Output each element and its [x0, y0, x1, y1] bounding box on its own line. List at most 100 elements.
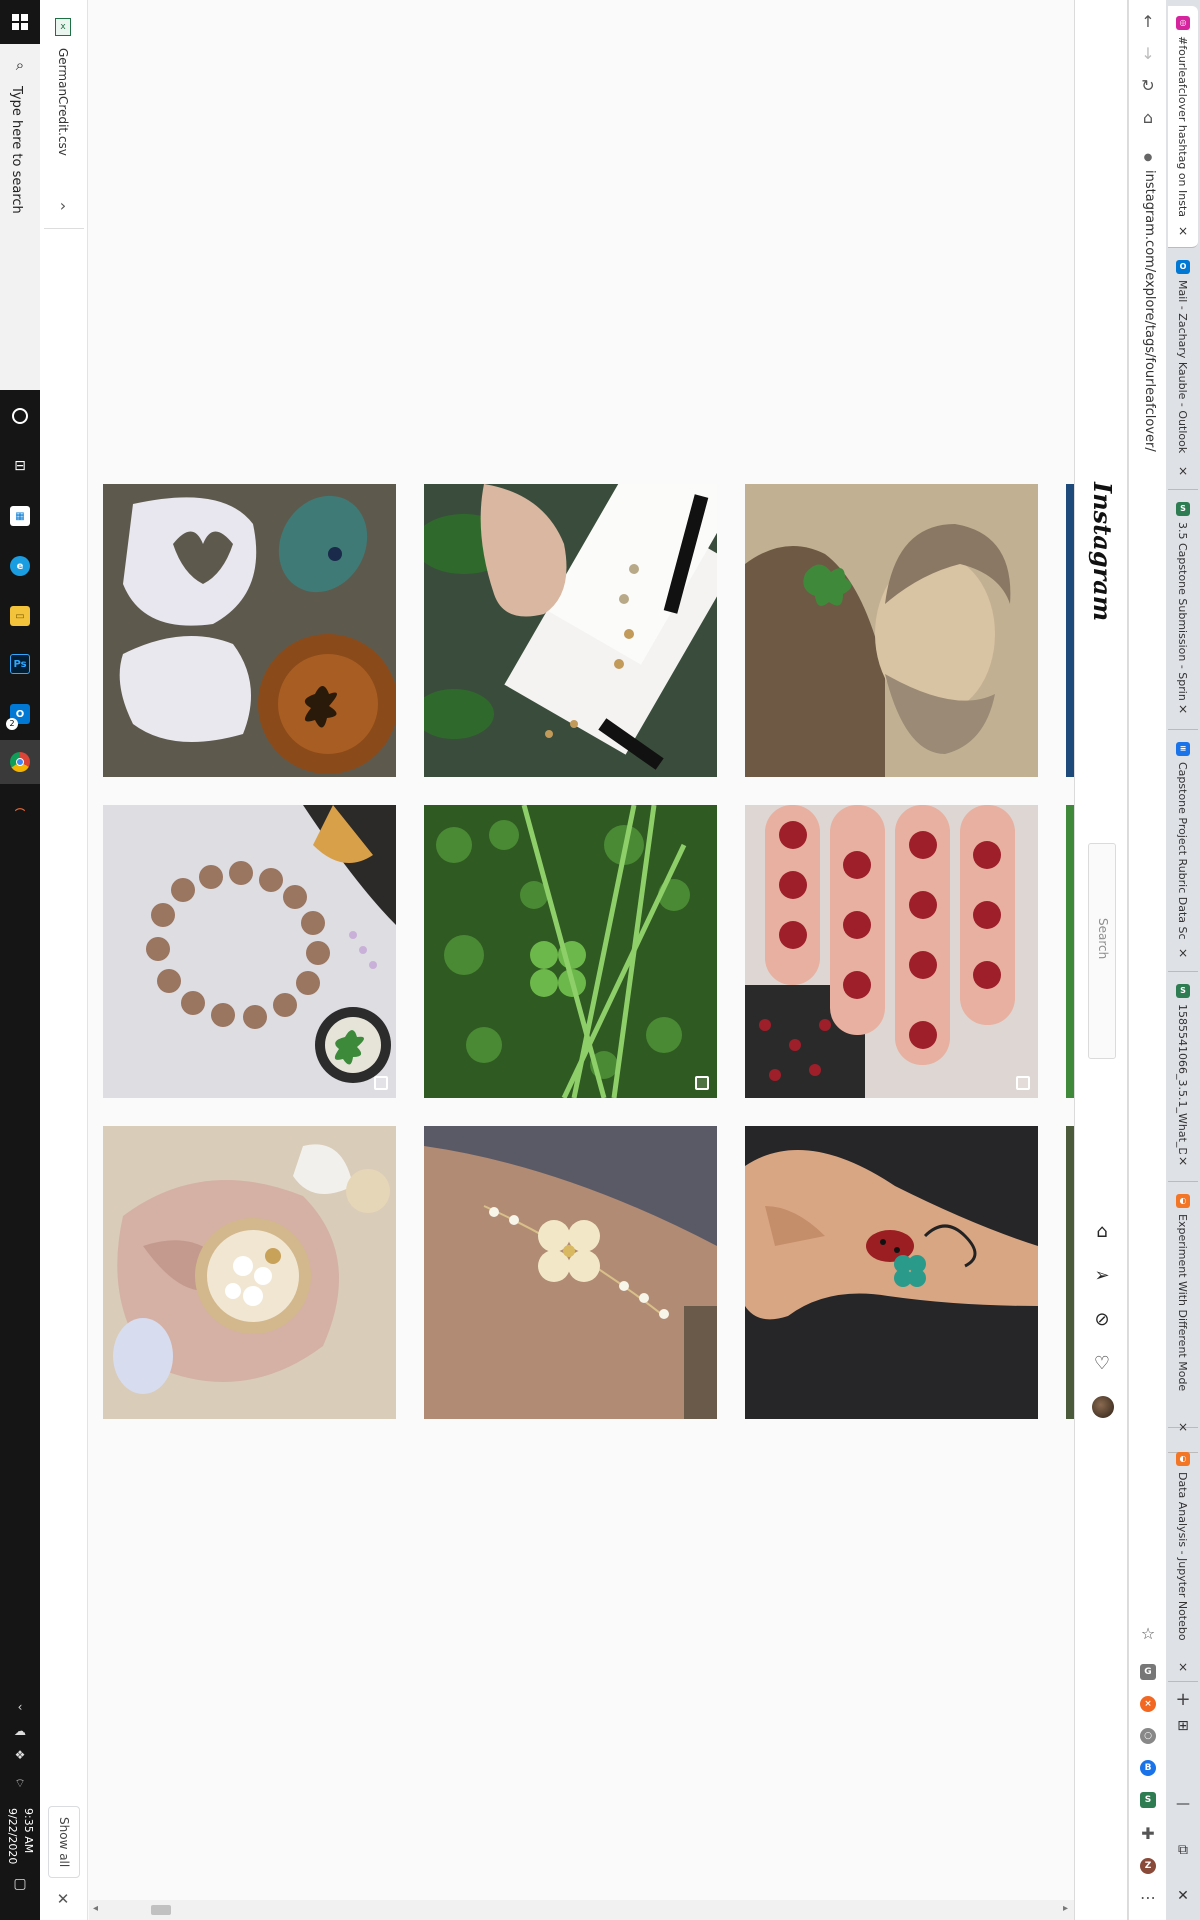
instagram-icon: ◎: [1176, 16, 1190, 30]
close-tab-icon[interactable]: ×: [1176, 1660, 1190, 1674]
explore-icon[interactable]: ⊘: [1090, 1308, 1114, 1332]
tab-search-icon[interactable]: ⊞: [1173, 1716, 1193, 1736]
post-thumbnail-partial[interactable]: [1066, 484, 1074, 777]
menu-icon[interactable]: ⋯: [1136, 1886, 1160, 1910]
extension-icon[interactable]: G: [1140, 1664, 1156, 1680]
profile-avatar[interactable]: [1092, 1396, 1114, 1418]
download-file-name[interactable]: GermanCredit.csv: [56, 48, 70, 156]
taskbar-search-placeholder: Type here to search: [9, 86, 24, 214]
tab-title: Mail - Zachary Kauble - Outlook: [1176, 280, 1189, 454]
show-hidden-icons-icon[interactable]: ‹: [10, 1700, 30, 1720]
extension-icon[interactable]: S: [1140, 1792, 1156, 1808]
network-icon[interactable]: ⌔: [10, 1776, 30, 1796]
instagram-nav-bar: Instagram Search ⌂ ➢ ⊘ ♡: [1074, 0, 1128, 1920]
extension-icon[interactable]: ×: [1140, 1696, 1156, 1712]
taskbar-search-box[interactable]: ⌕ Type here to search: [0, 44, 40, 390]
bead-bracelet-image: [103, 805, 396, 1098]
springboard-icon: S: [1176, 984, 1190, 998]
tab-title: 1585541066_3.5.1_What_Data_to: [1176, 1004, 1189, 1154]
direct-icon[interactable]: ➢: [1090, 1264, 1114, 1288]
instagram-logo[interactable]: Instagram: [1088, 482, 1117, 621]
tab-experiment-models[interactable]: ◐ Experiment With Different Mode ×: [1168, 1184, 1198, 1434]
task-view-icon[interactable]: ⊟: [0, 444, 40, 488]
taskbar-clock-time[interactable]: 9:35 AM: [22, 1808, 35, 1853]
tab-strip: ◎ #fourleafclover hashtag on Insta × O M…: [1166, 0, 1200, 1920]
file-explorer-icon[interactable]: ▭: [0, 594, 40, 638]
chevron-right-icon[interactable]: ›: [52, 196, 74, 218]
new-tab-button[interactable]: +: [1173, 1690, 1193, 1710]
outlook-icon[interactable]: O 2: [0, 692, 40, 736]
close-tab-icon[interactable]: ×: [1176, 946, 1190, 960]
horizontal-scrollbar[interactable]: ◂ ▸: [89, 1900, 1074, 1920]
show-all-button[interactable]: Show all: [48, 1806, 80, 1878]
scroll-right-icon[interactable]: ▸: [1063, 1903, 1068, 1914]
home-icon[interactable]: ⌂: [1090, 1220, 1114, 1244]
outlook-badge: 2: [6, 718, 18, 730]
close-tab-icon[interactable]: ×: [1176, 1154, 1190, 1168]
tab-outlook[interactable]: O Mail - Zachary Kauble - Outlook ×: [1168, 250, 1198, 490]
store-icon[interactable]: ▦: [0, 494, 40, 538]
post-thumbnail[interactable]: [103, 484, 396, 777]
extension-icon[interactable]: ○: [1140, 1728, 1156, 1744]
post-thumbnail-partial[interactable]: [1066, 805, 1074, 1098]
windows-taskbar: ⌕ Type here to search ⊟ ▦ e ▭ Ps O 2 ⌒ ‹…: [0, 0, 40, 1920]
tab-data-analysis[interactable]: ◐ Data Analysis - Jupyter Notebo ×: [1168, 1442, 1198, 1682]
scroll-left-icon[interactable]: ◂: [93, 1903, 98, 1914]
tab-what-data[interactable]: S 1585541066_3.5.1_What_Data_to ×: [1168, 974, 1198, 1182]
profile-avatar[interactable]: Z: [1140, 1858, 1156, 1874]
bookmark-star-icon[interactable]: ☆: [1136, 1622, 1160, 1646]
extension-icon[interactable]: B: [1140, 1760, 1156, 1776]
dropbox-icon[interactable]: ❖: [10, 1748, 30, 1768]
close-window-icon[interactable]: ✕: [1173, 1886, 1193, 1906]
restore-icon[interactable]: ⧉: [1173, 1840, 1193, 1860]
home-icon[interactable]: ⌂: [1136, 106, 1160, 130]
multiple-posts-icon: [1016, 1076, 1030, 1090]
post-thumbnail[interactable]: [745, 805, 1038, 1098]
cortana-icon[interactable]: [0, 394, 40, 438]
reload-icon[interactable]: ↻: [1136, 74, 1160, 98]
address-bar[interactable]: instagram.com/explore/tags/fourleafclove…: [1142, 170, 1157, 452]
lock-icon[interactable]: ●: [1142, 152, 1154, 164]
browser-toolbar: ↑ ↓ ↻ ⌂ ● instagram.com/explore/tags/fou…: [1128, 0, 1166, 1920]
search-icon: ⌕: [15, 56, 25, 74]
tab-instagram[interactable]: ◎ #fourleafclover hashtag on Insta ×: [1168, 6, 1198, 248]
close-icon[interactable]: ✕: [52, 1890, 74, 1912]
post-thumbnail[interactable]: [745, 484, 1038, 777]
tab-capstone-rubric[interactable]: ≡ Capstone Project Rubric Data Sc ×: [1168, 732, 1198, 972]
close-tab-icon[interactable]: ×: [1176, 224, 1190, 238]
downloads-bar: x GermanCredit.csv › Show all ✕: [40, 0, 88, 1920]
windows-start-button[interactable]: [0, 0, 40, 44]
close-tab-icon[interactable]: ×: [1176, 702, 1190, 716]
ceramic-dishes-image: [103, 484, 396, 777]
photoshop-icon[interactable]: Ps: [0, 642, 40, 686]
onedrive-icon[interactable]: ☁: [10, 1724, 30, 1744]
scrollbar-thumb[interactable]: [151, 1905, 171, 1915]
close-tab-icon[interactable]: ×: [1176, 464, 1190, 478]
post-thumbnail[interactable]: [424, 1126, 717, 1419]
multiple-posts-icon: [374, 1076, 388, 1090]
tab-capstone-submission[interactable]: S 3.5 Capstone Submission - Sprin ×: [1168, 492, 1198, 730]
instagram-search-input[interactable]: Search: [1088, 843, 1116, 1059]
downloads-divider: [44, 228, 84, 229]
extensions-puzzle-icon[interactable]: ✚: [1136, 1822, 1160, 1846]
springboard-icon: S: [1176, 502, 1190, 516]
chrome-icon[interactable]: [0, 740, 40, 784]
close-tab-icon[interactable]: ×: [1176, 1420, 1190, 1434]
edge-icon[interactable]: e: [0, 544, 40, 588]
post-thumbnail[interactable]: [424, 484, 717, 777]
forward-icon[interactable]: ↓: [1136, 42, 1160, 66]
post-thumbnail-partial[interactable]: [1066, 1126, 1074, 1419]
minimize-icon[interactable]: —: [1173, 1794, 1193, 1814]
matlab-icon[interactable]: ⌒: [0, 790, 40, 834]
post-thumbnail[interactable]: [103, 1126, 396, 1419]
post-thumbnail[interactable]: [424, 805, 717, 1098]
post-thumbnail[interactable]: [745, 1126, 1038, 1419]
activity-icon[interactable]: ♡: [1090, 1352, 1114, 1376]
notifications-icon[interactable]: ▢: [10, 1876, 30, 1896]
back-icon[interactable]: ↑: [1136, 10, 1160, 34]
clover-grass-image: [424, 805, 717, 1098]
ladybug-tattoo-image: [745, 1126, 1038, 1419]
post-thumbnail[interactable]: [103, 805, 396, 1098]
tab-title: 3.5 Capstone Submission - Sprin: [1176, 522, 1189, 701]
taskbar-clock-date[interactable]: 9/22/2020: [6, 1808, 19, 1864]
